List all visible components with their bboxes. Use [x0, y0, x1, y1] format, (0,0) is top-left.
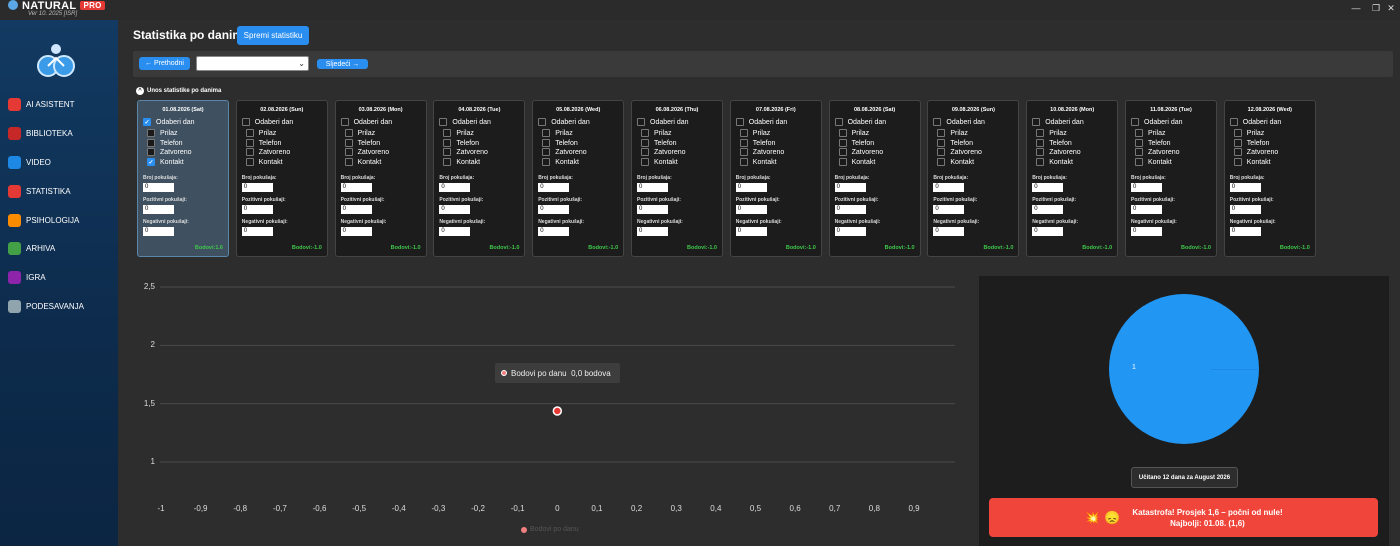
x-tick-label: -0,3	[431, 504, 446, 513]
pie-slice-label: 1	[1132, 364, 1136, 371]
x-tick-label: 0,1	[591, 504, 603, 513]
alert-line2: Najbolji: 01.08. (1,6)	[1170, 518, 1245, 528]
x-tick-label: 0,6	[789, 504, 801, 513]
x-tick-label: 0,4	[710, 504, 722, 513]
x-tick-label: -1	[157, 504, 165, 513]
x-tick-label: 0	[555, 504, 560, 513]
tooltip-marker	[501, 370, 507, 376]
evaluation-alert: 💥 😞 Katastrofa! Prosjek 1,6 – počni od n…	[989, 498, 1378, 537]
x-tick-label: -0,1	[510, 504, 525, 513]
chart-tooltip: Bodovi po danu 0,0 bodova	[495, 363, 620, 383]
x-tick-label: -0,4	[391, 504, 406, 513]
x-tick-label: -0,2	[471, 504, 485, 513]
x-tick-label: -0,8	[233, 504, 248, 513]
x-tick-label: 0,7	[829, 504, 841, 513]
x-tick-label: -0,9	[193, 504, 208, 513]
x-tick-label: 0,9	[908, 504, 920, 513]
x-tick-label: 0,3	[670, 504, 682, 513]
y-tick-label: 1,5	[143, 398, 155, 408]
x-tick-label: -0,5	[352, 504, 367, 513]
pie-slice-edge	[1211, 369, 1258, 370]
x-tick-label: 0,5	[749, 504, 762, 513]
legend-label: Bodovi po danu	[530, 526, 579, 533]
legend-marker	[521, 526, 527, 533]
explosion-sad-icon: 💥 😞	[1084, 509, 1121, 525]
alert-line1: Katastrofa! Prosjek 1,6 – počni od nule!	[1132, 507, 1283, 517]
y-tick-label: 2	[150, 340, 155, 350]
loaded-days-badge: Učitano 12 dana za August 2026	[1131, 467, 1238, 488]
x-tick-label: 0,2	[631, 504, 643, 513]
alert-text: Katastrofa! Prosjek 1,6 – počni od nule!…	[1132, 507, 1282, 529]
y-tick-label: 2,5	[143, 282, 155, 291]
data-point[interactable]	[552, 406, 563, 416]
x-tick-label: 0,8	[868, 504, 880, 513]
x-tick-label: -0,7	[272, 504, 287, 513]
x-tick-label: -0,6	[312, 504, 327, 513]
chart-legend[interactable]: Bodovi po danu	[521, 526, 579, 533]
tooltip-series: Bodovi po danu	[511, 368, 567, 378]
y-tick-label: 1	[150, 457, 155, 466]
tooltip-value: 0,0 bodova	[571, 368, 611, 378]
